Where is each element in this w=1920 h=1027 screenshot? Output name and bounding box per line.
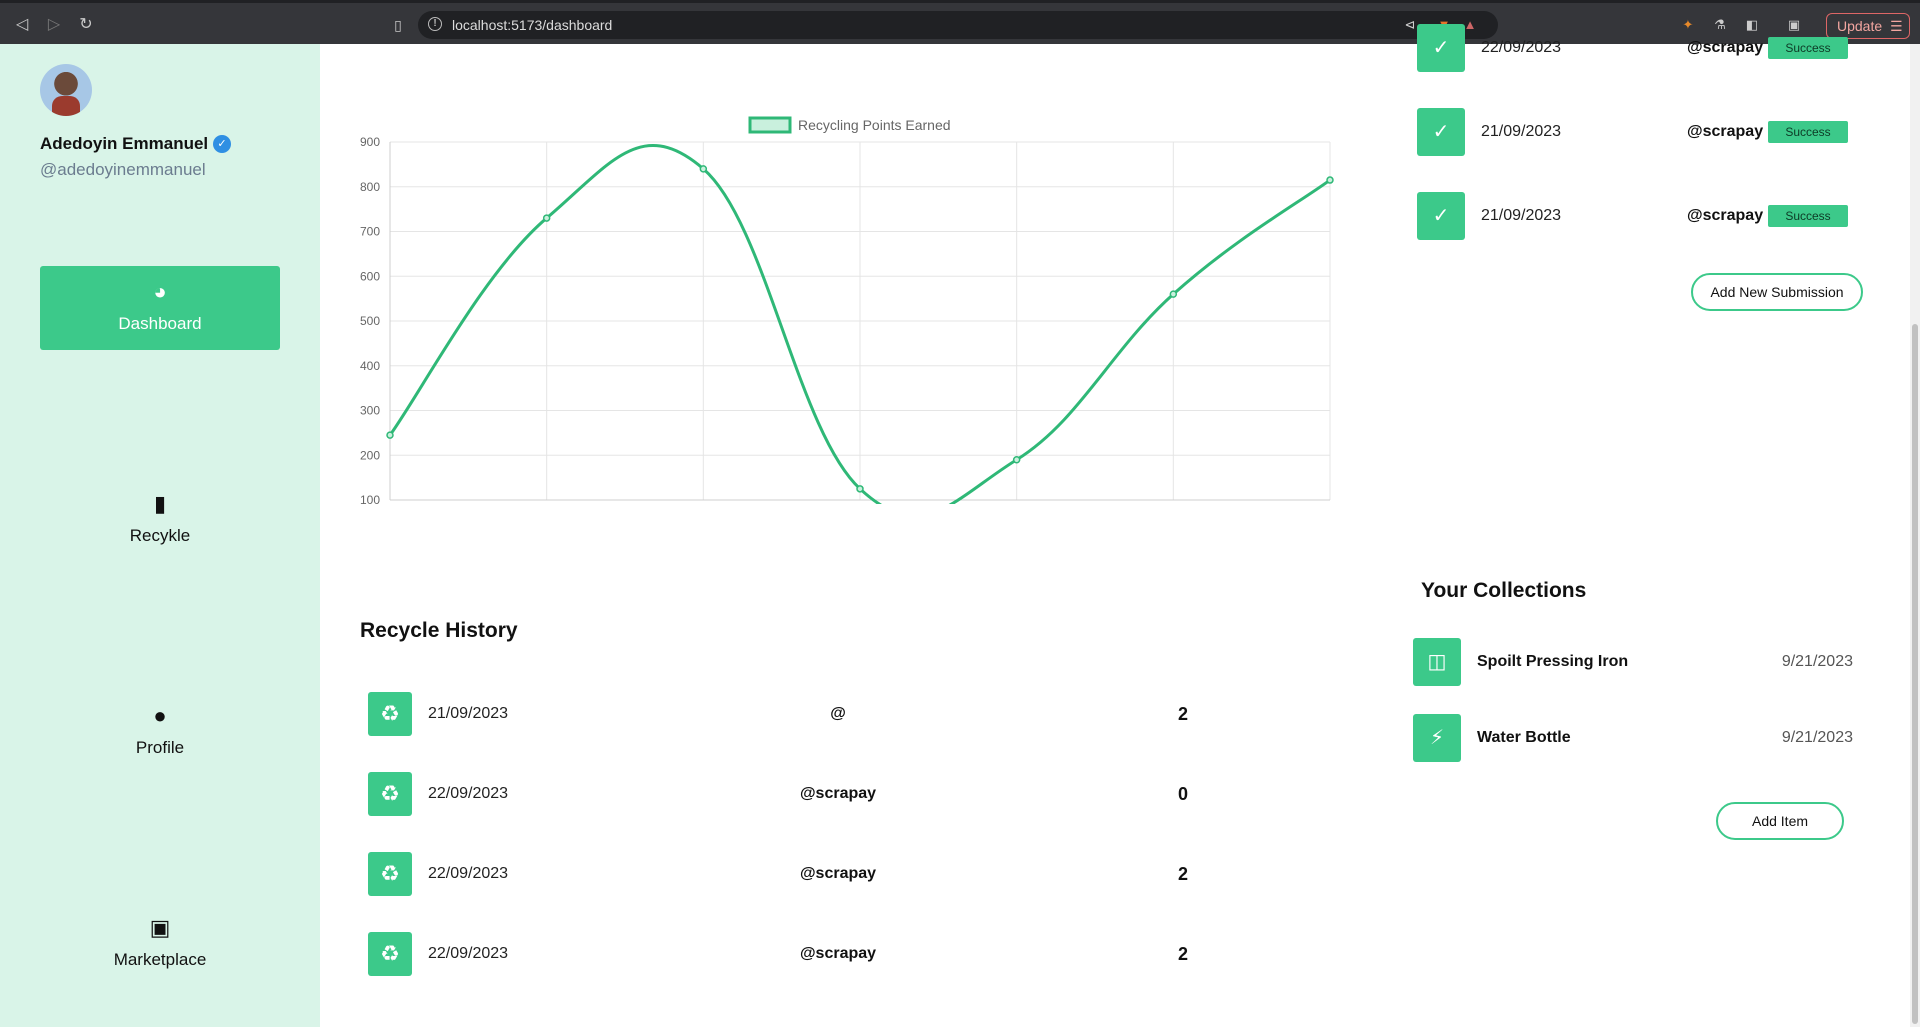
forward-icon[interactable]: ▷ [44,15,64,35]
table-row[interactable]: ♻ 22/09/2023 @scrapay 2 [368,932,1268,980]
bolt-icon: ⚡ [1413,714,1461,762]
page-scrollbar[interactable] [1910,44,1920,1027]
address-bar[interactable]: ! localhost:5173/dashboard ⊲ ▼ ▲ [418,11,1498,39]
sidebar-item-profile[interactable]: ● Profile [40,690,280,774]
y-tick-label: 700 [360,225,380,239]
recycle-icon: ♻ [368,772,412,816]
back-icon[interactable]: ◁ [12,15,32,35]
data-point[interactable] [856,485,864,493]
verified-icon: ✓ [213,135,231,153]
row-points: 2 [1177,944,1188,964]
sidebar-item-label: Dashboard [118,314,202,333]
menu-icon: ☰ [1890,18,1903,34]
row-user: @scrapay [799,945,877,962]
sidebar-item-label: Recykle [129,526,191,545]
user-name: Adedoyin Emmanuel [40,134,209,153]
row-user: @scrapay [799,785,877,802]
add-new-submission-button[interactable]: Add New Submission [1691,273,1863,311]
table-row[interactable]: ♻ 21/09/2023 @ 2 [368,692,1268,740]
collection-name: Spoilt Pressing Iron [1477,653,1629,670]
sidebar-item-dashboard[interactable]: ◕ Dashboard [40,266,280,350]
submission-date: 21/09/2023 [1481,123,1562,140]
submission-user: @scrapay [1687,39,1764,56]
site-info-icon[interactable]: ! [428,17,442,31]
submission-row[interactable]: ✓ 22/09/2023 @scrapay Success [1417,24,1857,72]
status-badge: Success [1768,121,1848,143]
row-user: @ [830,705,846,722]
your-collections-title: Your Collections [1421,579,1587,602]
y-tick-label: 300 [360,404,380,418]
bookmark-icon[interactable]: ▯ [388,15,408,35]
url-text: localhost:5173/dashboard [452,17,613,33]
y-tick-label: 900 [360,135,380,149]
collection-item[interactable]: ⚡ Water Bottle 9/21/2023 [1413,714,1853,762]
row-date: 22/09/2023 [428,785,509,802]
bag-icon: ▣ [149,915,171,940]
submission-row[interactable]: ✓ 21/09/2023 @scrapay Success [1417,108,1857,156]
box-icon: ◫ [1413,638,1461,686]
legend-label[interactable]: Recycling Points Earned [798,117,951,133]
recycle-icon: ♻ [368,852,412,896]
row-date: 22/09/2023 [428,865,509,882]
clipboard-check-icon: ✓ [1417,108,1465,156]
submission-user: @scrapay [1687,123,1764,140]
sidebar: Adedoyin Emmanuel ✓ @adedoyinemmanuel ◕ … [0,44,320,1027]
trash-icon: ▮ [153,491,167,516]
sidebar-item-marketplace[interactable]: ▣ Marketplace [40,902,280,986]
recycle-icon: ♻ [368,932,412,976]
table-row[interactable]: ♻ 22/09/2023 @scrapay 2 [368,852,1268,900]
user-handle: @adedoyinemmanuel [40,160,206,179]
recycling-points-chart: 100200300400500600700800900JanuaryFebrua… [360,104,1360,525]
y-tick-label: 800 [360,180,380,194]
clipboard-check-icon: ✓ [1417,192,1465,240]
chart-svg: 100200300400500600700800900JanuaryFebrua… [360,116,1342,525]
row-points: 0 [1177,784,1188,804]
y-tick-label: 100 [360,493,380,504]
data-point[interactable] [386,431,394,439]
data-point[interactable] [699,165,708,173]
y-tick-label: 500 [360,314,380,328]
status-badge: Success [1768,205,1848,227]
row-points: 2 [1177,704,1188,724]
y-tick-label: 200 [360,448,380,462]
submission-row[interactable]: ✓ 21/09/2023 @scrapay Success [1417,192,1857,240]
y-tick-label: 600 [360,269,380,283]
data-point[interactable] [1326,176,1334,184]
table-row[interactable]: ♻ 22/09/2023 @scrapay 0 [368,772,1268,820]
add-item-button[interactable]: Add Item [1716,802,1844,840]
reload-icon[interactable]: ↻ [76,15,96,35]
submission-date: 21/09/2023 [1481,207,1562,224]
sidebar-item-recykle[interactable]: ▮ Recykle [40,478,280,562]
person-icon: ● [153,703,167,728]
submission-date: 22/09/2023 [1481,39,1562,56]
submission-user: @scrapay [1687,207,1764,224]
y-tick-label: 400 [360,359,380,373]
recycle-icon: ♻ [368,692,412,736]
sidebar-item-label: Profile [135,738,185,757]
data-point[interactable] [1169,290,1178,298]
avatar[interactable] [40,64,92,116]
row-date: 21/09/2023 [428,705,509,722]
share-icon[interactable]: ⊲ [1402,17,1418,33]
sidebar-item-label: Marketplace [113,950,207,969]
row-date: 22/09/2023 [428,945,509,962]
status-badge: Success [1768,37,1848,59]
dashboard-icon: ◕ [153,279,167,304]
data-point[interactable] [542,214,551,222]
scrollbar-thumb[interactable] [1912,324,1918,1024]
collection-date: 9/21/2023 [1781,729,1853,746]
row-points: 2 [1177,864,1188,884]
main-content: 100200300400500600700800900JanuaryFebrua… [320,24,1920,1027]
collection-name: Water Bottle [1477,729,1571,746]
data-point[interactable] [1012,455,1021,464]
collection-date: 9/21/2023 [1781,653,1853,670]
clipboard-check-icon: ✓ [1417,24,1465,72]
legend-swatch[interactable] [748,116,792,134]
row-user: @scrapay [799,865,877,882]
recycle-history-title: Recycle History [360,619,518,642]
collection-item[interactable]: ◫ Spoilt Pressing Iron 9/21/2023 [1413,638,1853,686]
